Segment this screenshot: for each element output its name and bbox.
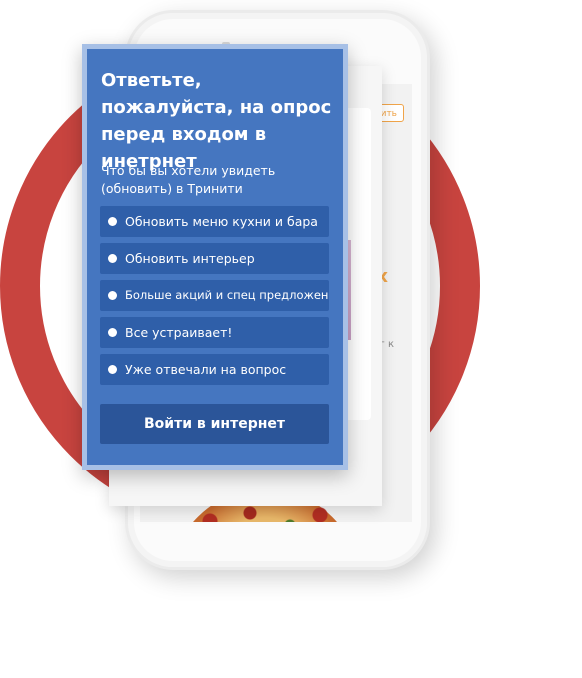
survey-option-promotions[interactable]: Больше акций и спец предложений	[100, 280, 329, 311]
survey-popup: Ответьте, пожалуйста, на опрос перед вхо…	[87, 49, 343, 465]
survey-title: Ответьте, пожалуйста, на опрос перед вхо…	[101, 70, 332, 172]
survey-option-label: Все устраивает!	[125, 325, 233, 340]
login-internet-button[interactable]: Войти в интернет	[100, 404, 329, 444]
radio-dot-icon	[108, 291, 117, 300]
radio-dot-icon	[108, 365, 117, 374]
survey-question: Что бы вы хотели увидеть (обновить) в Тр…	[101, 163, 276, 196]
survey-option-already-answered[interactable]: Уже отвечали на вопрос	[100, 354, 329, 385]
survey-option-menu[interactable]: Обновить меню кухни и бара	[100, 206, 329, 237]
radio-dot-icon	[108, 328, 117, 337]
survey-option-label: Больше акций и спец предложений	[125, 288, 329, 302]
radio-dot-icon	[108, 254, 117, 263]
survey-option-label: Уже отвечали на вопрос	[125, 362, 287, 377]
survey-option-label: Обновить интерьер	[125, 251, 255, 266]
survey-option-interior[interactable]: Обновить интерьер	[100, 243, 329, 274]
radio-dot-icon	[108, 217, 117, 226]
survey-option-satisfied[interactable]: Все устраивает!	[100, 317, 329, 348]
survey-option-label: Обновить меню кухни и бара	[125, 214, 318, 229]
